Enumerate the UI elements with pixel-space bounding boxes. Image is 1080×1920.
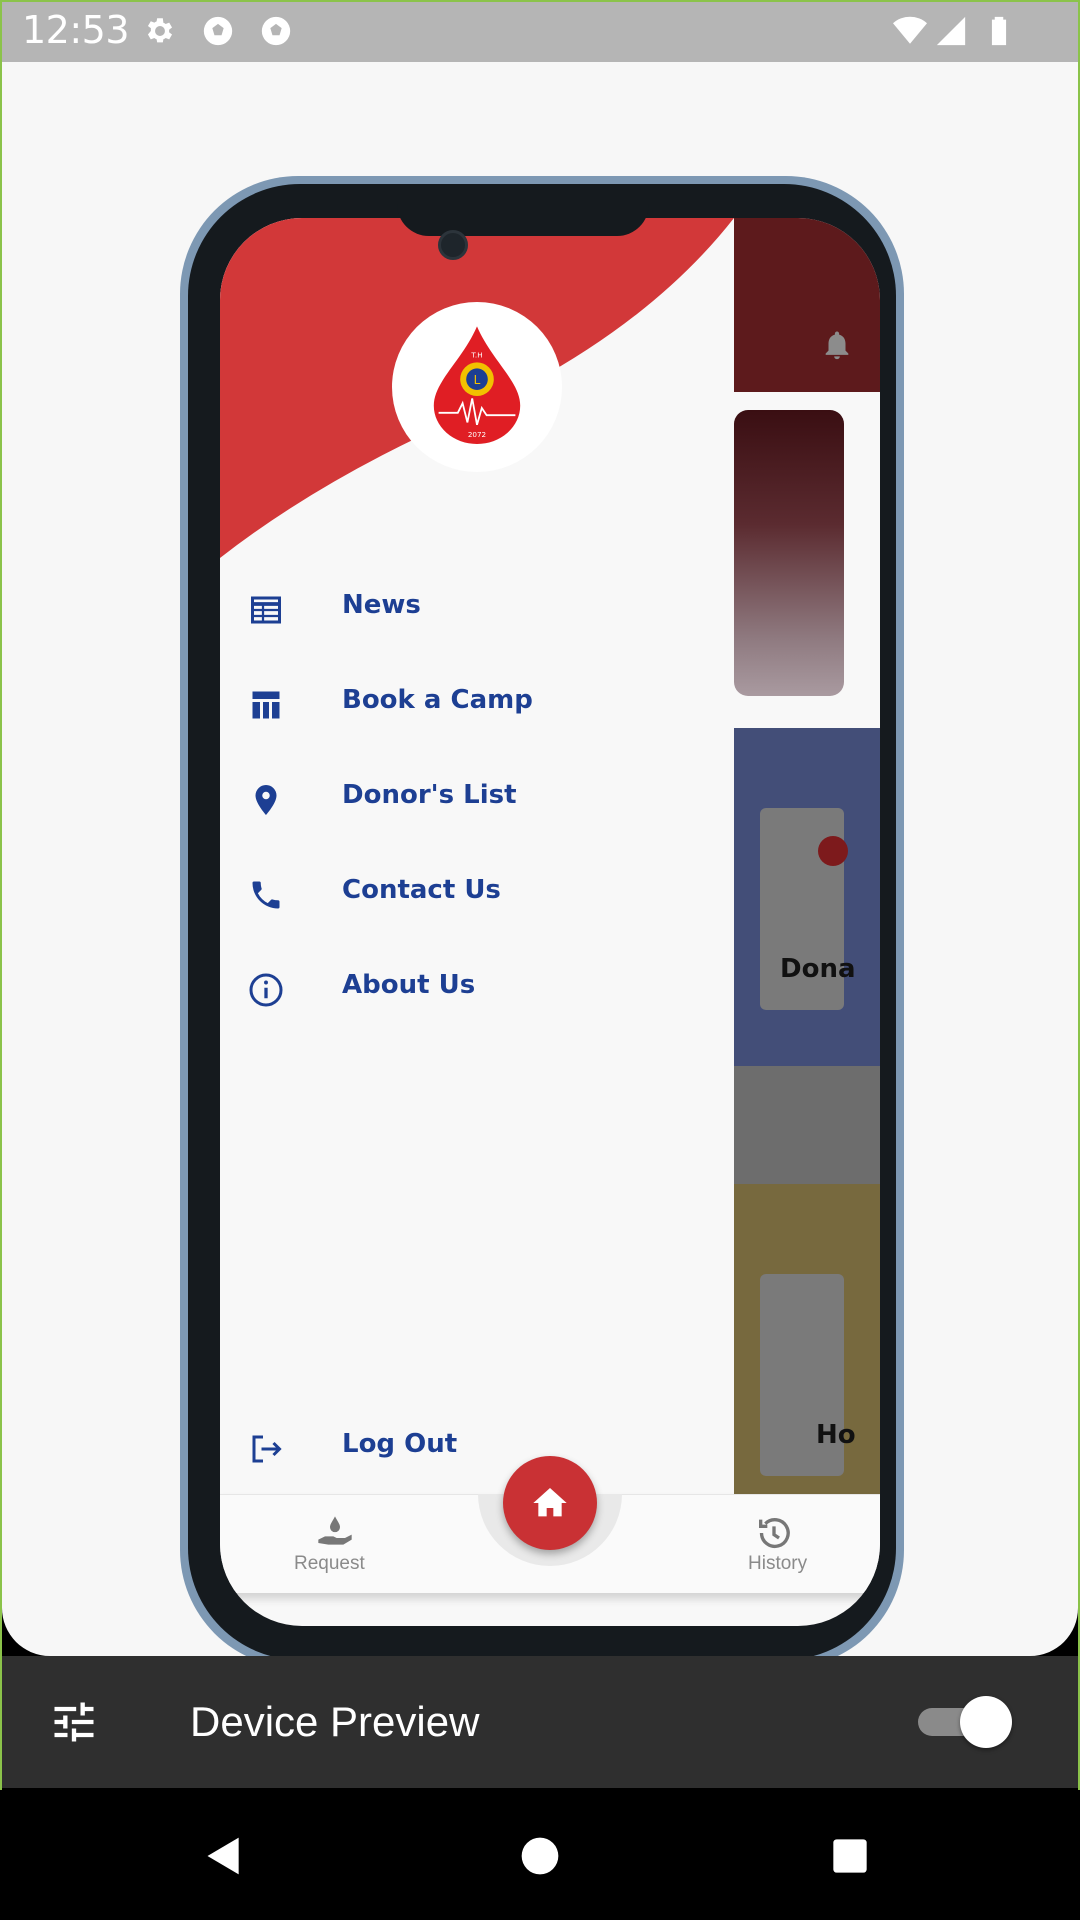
donor-card-label: Dona [780,954,856,984]
banner-card [734,410,844,696]
hospital-card[interactable]: Ho [760,1274,856,1476]
status-bar: 12:53 [0,0,1080,62]
device-preview-toggle[interactable] [918,1696,1012,1748]
newspaper-icon [251,596,281,624]
system-navigation-bar [0,1790,1080,1920]
phone-frame: Dona Ho L T.H 2072 News Book a Camp Dono… [180,176,904,1656]
logout-icon [252,1435,282,1463]
battery-icon [991,16,1007,46]
info-icon [249,973,283,1007]
table-icon [252,691,280,719]
wifi-icon [893,16,927,44]
nav-request[interactable]: Request [280,1507,390,1587]
status-time: 12:53 [22,8,130,52]
home-button[interactable] [503,1456,597,1550]
drawer-item-donors-list[interactable]: Donor's List [220,760,734,840]
drawer-logo: L T.H 2072 [392,302,562,472]
phone-notch [397,184,649,236]
drawer-item-news[interactable]: News [220,570,734,650]
bell-icon[interactable] [820,328,854,362]
drawer-item-book-a-camp[interactable]: Book a Camp [220,665,734,745]
home-circle-icon[interactable] [520,1836,560,1876]
location-pin-icon [255,785,277,815]
nav-history-label: History [748,1553,808,1574]
hospital-card-label: Ho [816,1420,856,1450]
front-camera [438,230,468,260]
history-icon [759,1518,790,1549]
tune-icon[interactable] [48,1696,100,1748]
drawer-item-label: Contact Us [342,875,501,905]
nav-history[interactable]: History [720,1507,830,1587]
drawer-item-about-us[interactable]: About Us [220,950,734,1030]
navigation-drawer: L T.H 2072 News Book a Camp Donor's List… [220,218,734,1498]
soccer-ball-icon [261,16,291,46]
blood-drop-lions-logo: L T.H 2072 [433,326,521,444]
drawer-item-label: News [342,590,421,620]
toggle-thumb [960,1696,1012,1748]
signal-icon [936,16,966,46]
donor-card[interactable]: Dona [760,808,856,1010]
drawer-item-contact-us[interactable]: Contact Us [220,855,734,935]
back-icon[interactable] [202,1834,246,1878]
svg-text:2072: 2072 [468,430,486,439]
svg-text:T.H: T.H [470,351,482,360]
phone-screen: Dona Ho L T.H 2072 News Book a Camp Dono… [220,218,880,1626]
svg-text:L: L [474,373,481,387]
settings-icon [147,18,173,43]
drawer-item-label: Log Out [342,1429,458,1459]
drawer-item-log-out[interactable]: Log Out [220,1409,734,1489]
home-icon [533,1488,567,1517]
nav-request-label: Request [294,1553,365,1574]
soccer-ball-icon [203,16,233,46]
device-preview-title: Device Preview [190,1698,480,1745]
drawer-item-label: Donor's List [342,780,517,810]
device-preview-canvas: Dona Ho L T.H 2072 News Book a Camp Dono… [2,62,1078,1656]
recents-icon[interactable] [830,1836,870,1876]
donate-drop-icon [318,1516,352,1545]
drawer-item-label: Book a Camp [342,685,533,715]
phone-icon [252,881,280,909]
drawer-item-label: About Us [342,970,476,1000]
device-preview-bar: Device Preview [2,1656,1078,1788]
